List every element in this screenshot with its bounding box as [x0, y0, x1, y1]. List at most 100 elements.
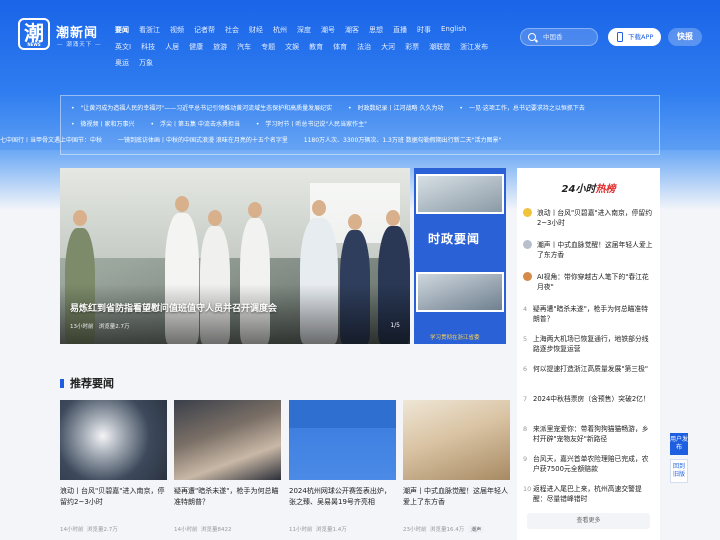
politics-footer: 学习贯彻在浙江省委	[430, 335, 480, 341]
recommend-title-text: 推荐要闻	[70, 377, 114, 390]
ticker-link[interactable]: 七中国行丨当甲骨文遇上中国节：中秋	[0, 137, 102, 144]
nav-item[interactable]: 科技	[141, 42, 155, 52]
hot-item[interactable]: 8 来派里宠爱你：带着狗狗猫猫畅游，乡村开辟"宠物友好"新路径	[523, 424, 653, 444]
nav-row-1: 要闻 看浙江 视频 记者帮 社会 财经 杭州 深度 潮号 潮客 思想 直播 时事…	[115, 25, 476, 35]
nav-item[interactable]: 法治	[357, 42, 371, 52]
nav-item[interactable]: 记者帮	[194, 25, 215, 35]
ticker-link[interactable]: 一镜到底访体画丨中秋的中国式浪漫 浪味在月亮的十五个名字里	[118, 137, 288, 144]
politics-photo	[416, 272, 504, 312]
nav-item[interactable]: 杭州	[273, 25, 287, 35]
slider-time: 13小时前	[70, 324, 94, 330]
photo-person-head	[175, 196, 189, 212]
card-time: 14小时前	[60, 527, 84, 533]
card-views: 浏览量2.7万	[87, 527, 118, 533]
hot-item[interactable]: 4 疑再遭"暗杀未遂"，枪手为何总瞄准特朗普？	[523, 304, 653, 324]
download-app-button[interactable]: 下载APP	[608, 28, 661, 46]
bronze-medal-icon	[523, 272, 532, 281]
hot-item[interactable]: 6 何以提速打造浙江高质量发展"第三极"	[523, 364, 653, 374]
slider-caption[interactable]: 易炼红到省防指看望慰问值班值守人员并召开调度会	[70, 301, 277, 314]
nav-item[interactable]: 汽车	[237, 42, 251, 52]
hot-item[interactable]: AI视角：带你穿越古人笔下的"春江花月夜"	[523, 272, 653, 292]
caption-gradient	[60, 284, 410, 344]
hot-list-title: 24小时热榜	[517, 180, 660, 195]
photo-person-head	[312, 200, 326, 216]
hot-item-num: 6	[523, 365, 528, 373]
nav-item[interactable]: 旅游	[213, 42, 227, 52]
nav-item[interactable]: 潮联盟	[429, 42, 450, 52]
logo-icon[interactable]: 潮 NEWS	[18, 18, 50, 50]
nav-item[interactable]: 教育	[309, 42, 323, 52]
nav-item[interactable]: 专题	[261, 42, 275, 52]
photo-person-head	[348, 214, 362, 230]
old-version-button[interactable]: 回到旧版	[670, 459, 688, 483]
nav-item[interactable]: 潮号	[321, 25, 335, 35]
nav-item[interactable]: 潮客	[345, 25, 359, 35]
nav-item[interactable]: 深度	[297, 25, 311, 35]
ticker-link[interactable]: 学习时节丨听总书记说"人民当家作主"	[256, 121, 367, 128]
search-icon	[528, 33, 536, 41]
hot-list-panel: 24小时热榜 浪动丨台风"贝碧嘉"进入南京，停留约2~3小时 潮声丨中式血脉觉醒…	[517, 168, 660, 540]
hot-item-text: 台风天，嘉兴首单农险理赔已完成，农户获7500元全额赔款	[533, 455, 649, 473]
news-card[interactable]: 疑再遭"暗杀未遂"，枪手为何总瞄准特朗普？ 14小时前 浏览量8422	[174, 400, 281, 533]
ticker-link[interactable]: 时政数纪录丨江河战略 久久为功	[348, 105, 443, 112]
ticker-link[interactable]: 浮尖丨第五集 中流击水勇担当	[150, 121, 239, 128]
nav-item[interactable]: 时事	[417, 25, 431, 35]
hot-item-text: 疑再遭"暗杀未遂"，枪手为何总瞄准特朗普？	[533, 305, 649, 323]
nav-item[interactable]: 视频	[170, 25, 184, 35]
ticker-link[interactable]: "让黄河成为造福人民的幸福河"——习近平总书记引领推动黄河流域生态保护和高质量发…	[71, 105, 332, 112]
photo-person-head	[386, 210, 400, 226]
view-more-button[interactable]: 查看更多	[527, 513, 650, 529]
phone-icon	[617, 32, 623, 42]
nav-item[interactable]: 大河	[381, 42, 395, 52]
ticker-link[interactable]: 微视频丨家和万事兴	[71, 121, 135, 128]
nav-item[interactable]: 奥运	[115, 58, 129, 68]
card-time: 14小时前	[174, 527, 198, 533]
nav-item[interactable]: 思想	[369, 25, 383, 35]
card-meta: 23小时前 浏览量16.4万 潮声	[403, 525, 510, 533]
nav-item[interactable]: 万象	[139, 58, 153, 68]
hot-item[interactable]: 浪动丨台风"贝碧嘉"进入南京，停留约2~3小时	[523, 208, 653, 228]
hot-item-num: 5	[523, 335, 528, 343]
nav-item[interactable]: 英文Ⅰ	[115, 42, 131, 52]
nav-item[interactable]: 直播	[393, 25, 407, 35]
hot-item[interactable]: 10 返程进入尾巴上来，杭州高速交警提醒：尽量错峰错时	[523, 484, 653, 504]
hot-item[interactable]: 9 台风天，嘉兴首单农险理赔已完成，农户获7500元全额赔款	[523, 454, 653, 474]
news-card[interactable]: 2024杭州网球公开赛签表出炉，张之臻、吴易昺19号齐亮相 11小时前 浏览量1…	[289, 400, 396, 533]
card-thumbnail	[174, 400, 281, 480]
hot-item[interactable]: 5 上海两大机场已恢复通行，地铁部分线路逐步恢复运营	[523, 334, 653, 354]
nav-item[interactable]: 要闻	[115, 25, 129, 35]
nav-item[interactable]: 浙江发布	[460, 42, 488, 52]
ticker-link[interactable]: 1180万人次、3300万辆次、1.3万班 数据勾勒假期出行新二天"活力图景"	[304, 137, 502, 144]
nav-item[interactable]: English	[441, 25, 466, 35]
hot-item-text: 来派里宠爱你：带着狗狗猫猫畅游，乡村开辟"宠物友好"新路径	[533, 425, 649, 443]
politics-panel[interactable]: 时政要闻 学习贯彻在浙江省委	[414, 168, 506, 344]
nav-item[interactable]: 人居	[165, 42, 179, 52]
search-input[interactable]: 中国香	[520, 28, 598, 46]
politics-title: 时政要闻	[428, 232, 481, 246]
nav-item[interactable]: 彩票	[405, 42, 419, 52]
report-button[interactable]: 快报	[668, 28, 702, 46]
card-meta: 14小时前 浏览量2.7万	[60, 525, 167, 533]
hot-item-text: AI视角：带你穿越古人笔下的"春江花月夜"	[537, 273, 649, 291]
nav-item[interactable]: 健康	[189, 42, 203, 52]
slider-meta: 13小时前 浏览量2.7万	[70, 322, 130, 330]
card-title: 2024杭州网球公开赛签表出炉，张之臻、吴易昺19号齐亮相	[289, 487, 391, 506]
card-thumbnail	[289, 400, 396, 480]
card-title: 潮声丨中式血脉觉醒！这届年轻人爱上了东方香	[403, 487, 508, 506]
headline-slider[interactable]: 易炼红到省防指看望慰问值班值守人员并召开调度会 13小时前 浏览量2.7万 1/…	[60, 168, 410, 344]
nav-item[interactable]: 财经	[249, 25, 263, 35]
hot-item-text: 2024中秋档票房（含预售）突破2亿！	[533, 395, 650, 403]
hot-item[interactable]: 潮声丨中式血脉觉醒！这届年轻人爱上了东方香	[523, 240, 653, 260]
nav-item[interactable]: 文娱	[285, 42, 299, 52]
nav-item[interactable]: 体育	[333, 42, 347, 52]
hot-item[interactable]: 7 2024中秋档票房（含预售）突破2亿！	[523, 394, 653, 404]
site-name[interactable]: 潮新闻	[56, 22, 98, 41]
hot-item-num: 10	[523, 485, 532, 493]
nav-item[interactable]: 看浙江	[139, 25, 160, 35]
news-card[interactable]: 潮声丨中式血脉觉醒！这届年轻人爱上了东方香 23小时前 浏览量16.4万 潮声	[403, 400, 510, 533]
user-publish-button[interactable]: 用户发布	[670, 433, 688, 455]
hot-item-num: 8	[523, 425, 528, 433]
news-card[interactable]: 浪动丨台风"贝碧嘉"进入南京，停留约2~3小时 14小时前 浏览量2.7万	[60, 400, 167, 533]
nav-item[interactable]: 社会	[225, 25, 239, 35]
ticker-link[interactable]: 一见·这项工作，总书记要求持之以恒抓下去	[459, 105, 584, 112]
